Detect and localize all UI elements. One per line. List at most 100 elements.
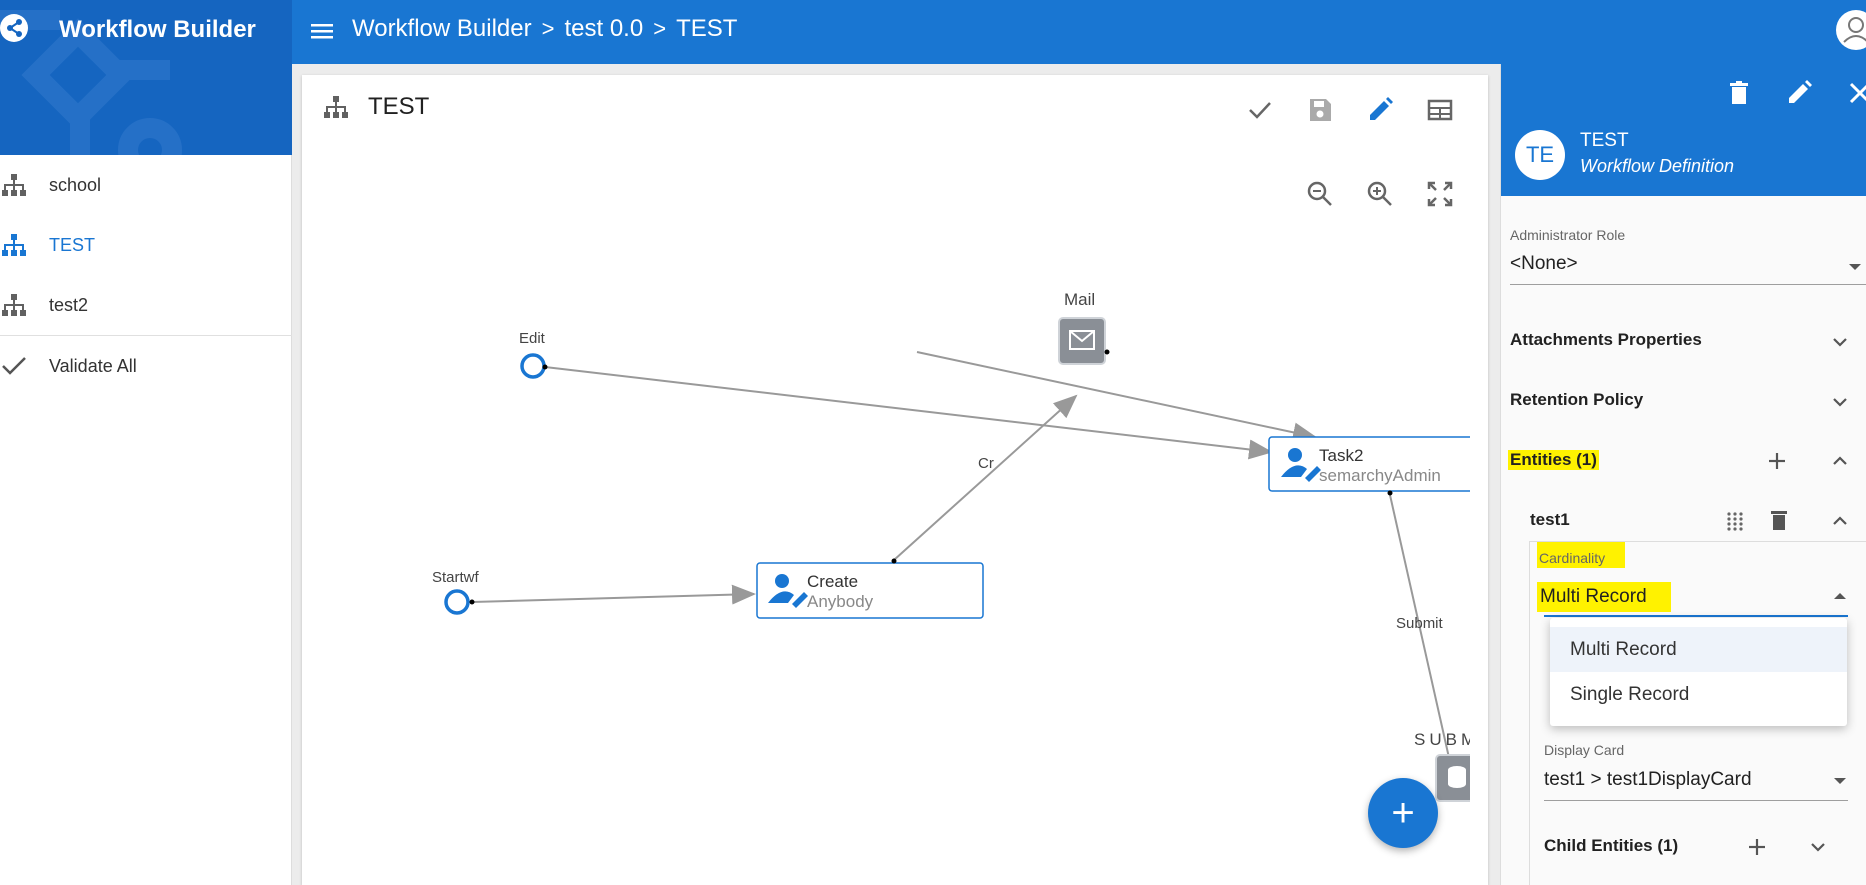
check-icon xyxy=(1249,102,1271,119)
cardinality-select[interactable]: Multi Record xyxy=(1537,582,1671,612)
edit-start-node[interactable] xyxy=(520,353,546,379)
properties-header: TE TEST Workflow Definition xyxy=(1501,64,1866,196)
canvas-header: TEST xyxy=(322,93,429,121)
child-entities-header[interactable]: Child Entities (1) xyxy=(1501,822,1866,872)
chevron-up-icon[interactable] xyxy=(1828,449,1852,473)
sidebar: school TEST test2 Validate All xyxy=(0,155,292,885)
task2-assignee: semarchyAdmin xyxy=(1319,466,1441,485)
definition-title: TEST xyxy=(1580,130,1629,151)
attachments-section-title: Attachments Properties xyxy=(1510,330,1702,349)
admin-role-label: Administrator Role xyxy=(1510,227,1626,243)
zoom-in-button[interactable] xyxy=(1364,178,1396,210)
table-icon xyxy=(1427,99,1453,121)
edit-start-label: Edit xyxy=(519,330,546,347)
submit-node-label: SUBM xyxy=(1414,730,1479,749)
attachments-section-header[interactable]: Attachments Properties xyxy=(1501,316,1866,366)
user-avatar[interactable] xyxy=(1836,10,1866,50)
sidebar-item-school[interactable]: school xyxy=(0,155,292,215)
table-view-button[interactable] xyxy=(1424,94,1456,126)
task2-title: Task2 xyxy=(1319,446,1363,465)
chevron-down-icon xyxy=(1833,338,1847,347)
edge-label-submit: Submit xyxy=(1396,615,1444,632)
startwf-label: Startwf xyxy=(432,569,480,586)
breadcrumb-item[interactable]: test 0.0 xyxy=(564,15,643,43)
breadcrumb: Workflow Builder > test 0.0 > TEST xyxy=(352,15,737,43)
breadcrumb-separator: > xyxy=(541,16,555,41)
definition-avatar: TE xyxy=(1515,130,1565,180)
trash-icon[interactable] xyxy=(1767,508,1791,532)
zoom-out-icon xyxy=(1307,181,1332,206)
add-child-entity-icon[interactable] xyxy=(1745,835,1769,859)
retention-section-header[interactable]: Retention Policy xyxy=(1501,376,1866,426)
create-task-title: Create xyxy=(807,572,858,591)
hierarchy-icon xyxy=(2,294,26,316)
delete-button[interactable] xyxy=(1724,78,1754,108)
drag-handle-icon[interactable] xyxy=(1723,509,1747,533)
zoom-in-icon xyxy=(1367,181,1392,206)
cardinality-dropdown: Multi Record Single Record xyxy=(1550,618,1847,726)
breadcrumb-item[interactable]: Workflow Builder xyxy=(352,15,532,43)
cardinality-label: Cardinality xyxy=(1537,542,1626,568)
chevron-down-icon xyxy=(1833,398,1847,407)
edge-create-mail[interactable] xyxy=(893,394,1078,561)
entities-section-title: Entities (1) xyxy=(1508,450,1599,470)
menu-icon[interactable] xyxy=(308,17,336,45)
dropdown-option-single-record[interactable]: Single Record xyxy=(1550,672,1847,717)
cardinality-underline xyxy=(1544,615,1848,617)
entity-name: test1 xyxy=(1530,510,1570,529)
zoom-out-button[interactable] xyxy=(1304,178,1336,210)
hierarchy-icon xyxy=(2,174,26,196)
add-entity-icon[interactable] xyxy=(1765,449,1789,473)
edge-label-cr: Cr xyxy=(978,455,994,472)
retention-section-title: Retention Policy xyxy=(1510,390,1644,409)
canvas-title: TEST xyxy=(368,93,430,120)
admin-role-underline xyxy=(1510,284,1866,285)
hierarchy-icon xyxy=(324,96,348,118)
brand-panel: Workflow Builder xyxy=(0,0,292,155)
add-node-button[interactable]: + xyxy=(1368,778,1438,848)
chevron-down-icon xyxy=(1834,778,1846,784)
database-icon xyxy=(1448,766,1466,788)
properties-panel: TE TEST Workflow Definition Administrato… xyxy=(1500,64,1866,885)
breadcrumb-item: TEST xyxy=(676,15,738,42)
sidebar-item-test2[interactable]: test2 xyxy=(0,275,292,335)
startwf-node[interactable] xyxy=(444,589,470,615)
edit-button[interactable] xyxy=(1364,94,1396,126)
display-card-select[interactable]: test1 > test1DisplayCard xyxy=(1544,769,1752,791)
sidebar-item-label: school xyxy=(49,174,102,195)
validate-all-label: Validate All xyxy=(49,355,137,376)
close-button[interactable] xyxy=(1845,78,1866,108)
edge-start-create[interactable] xyxy=(471,584,756,605)
app-title: Workflow Builder xyxy=(59,16,256,43)
entities-section-header[interactable]: Entities (1) xyxy=(1501,436,1866,486)
chevron-down-icon xyxy=(1849,264,1861,270)
validate-all-button[interactable]: Validate All xyxy=(0,336,292,396)
check-icon xyxy=(2,357,26,375)
edge-mail-task2[interactable] xyxy=(916,351,1317,443)
workflow-canvas-card: Cr Submit Edit Startwf Mail Create Anybo… xyxy=(302,75,1488,885)
validate-button[interactable] xyxy=(1244,94,1276,126)
chevron-down-icon[interactable] xyxy=(1806,835,1830,859)
edge-edit-task2[interactable] xyxy=(544,366,1273,460)
fit-screen-icon xyxy=(1427,181,1453,207)
dropdown-option-multi-record[interactable]: Multi Record xyxy=(1550,627,1847,672)
entity-test1-header[interactable]: test1 xyxy=(1501,496,1866,546)
chevron-up-icon[interactable] xyxy=(1828,509,1852,533)
sidebar-item-test[interactable]: TEST xyxy=(0,215,292,275)
edit-icon xyxy=(1789,80,1812,103)
mail-label: Mail xyxy=(1064,290,1095,309)
definition-subtitle: Workflow Definition xyxy=(1580,156,1735,176)
app-logo-icon xyxy=(0,14,28,42)
display-card-underline xyxy=(1544,800,1848,801)
trash-icon xyxy=(1730,81,1748,104)
edit-icon xyxy=(1370,97,1393,120)
chevron-up-icon xyxy=(1834,593,1846,599)
edit-properties-button[interactable] xyxy=(1784,78,1814,108)
save-button[interactable] xyxy=(1304,94,1336,126)
breadcrumb-separator: > xyxy=(653,16,667,41)
fit-screen-button[interactable] xyxy=(1424,178,1456,210)
admin-role-select[interactable]: <None> xyxy=(1510,253,1578,275)
save-icon xyxy=(1310,99,1331,121)
sidebar-item-label: TEST xyxy=(49,234,96,255)
create-task-assignee: Anybody xyxy=(807,592,874,611)
